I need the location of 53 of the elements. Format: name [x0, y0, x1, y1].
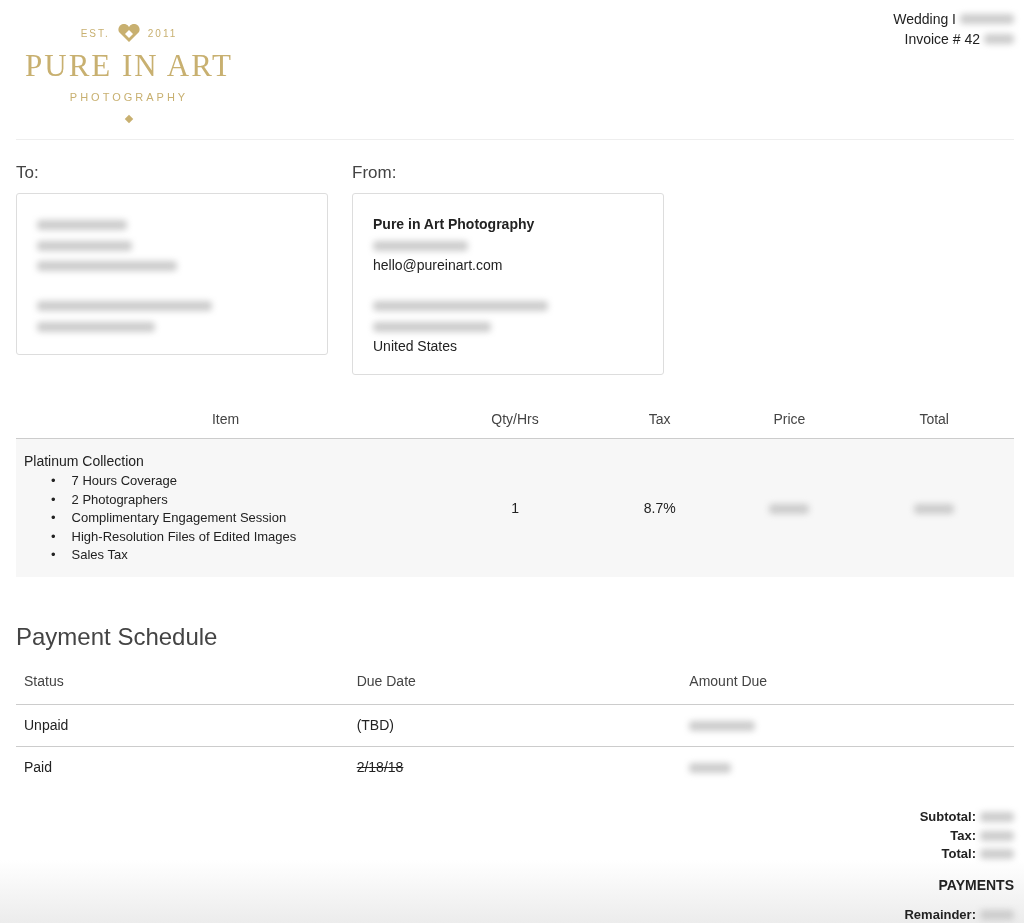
item-detail: 7 Hours Coverage: [71, 472, 178, 491]
redacted-text: [980, 812, 1014, 823]
item-detail: 2 Photographers: [71, 490, 168, 509]
item-name: Platinum Collection: [24, 452, 145, 472]
bullet: •: [51, 490, 56, 509]
table-cell: Paid: [16, 746, 349, 789]
total-label: Tax:: [950, 826, 976, 845]
business-name: Pure in Art Photography: [373, 215, 536, 234]
table-cell: (TBD): [356, 717, 394, 734]
column-header: Item: [16, 401, 436, 439]
address-line: United States: [373, 336, 459, 356]
heart-icon: [117, 24, 140, 42]
item-detail: Sales Tax: [71, 546, 128, 565]
bullet: •: [51, 527, 56, 546]
redacted-text: [984, 34, 1014, 44]
column-header: Qty/Hrs: [435, 401, 595, 439]
redacted-text: [689, 721, 756, 732]
event-label: Wedding I: [893, 10, 956, 29]
table-cell: 8.7%: [594, 438, 725, 578]
address-line: hello@pureinart.com: [373, 255, 504, 275]
logo-wordmark: PURE IN ART: [25, 50, 233, 81]
redacted-text: [980, 849, 1014, 860]
logo-year-text: 2011: [147, 26, 178, 41]
total-label: Subtotal:: [919, 808, 976, 827]
bullet: •: [51, 509, 56, 528]
column-header: Tax: [594, 401, 725, 439]
logo-est-text: EST.: [80, 26, 110, 41]
column-header: Status: [16, 659, 349, 705]
table-cell: 2/18/18: [356, 759, 404, 776]
redacted-text: [769, 503, 810, 514]
redacted-text: [914, 503, 955, 514]
column-header: Total: [854, 401, 1014, 439]
bullet: •: [51, 472, 56, 491]
item-detail: High-Resolution Files of Edited Images: [71, 527, 297, 546]
column-header: Price: [724, 401, 855, 439]
address-label: To:: [16, 161, 40, 184]
redacted-text: [960, 14, 1014, 24]
redacted-text: [980, 910, 1014, 921]
total-label: Total:: [941, 845, 976, 864]
column-header: Due Date: [348, 659, 682, 705]
item-detail: Complimentary Engagement Session: [71, 509, 287, 528]
table-cell: 1: [435, 438, 595, 578]
section-title: Payment Schedule: [16, 622, 219, 653]
table-cell: Unpaid: [16, 704, 349, 747]
total-label: Remainder:: [904, 906, 976, 923]
redacted-text: [689, 763, 732, 774]
payments-heading: PAYMENTS: [938, 875, 1014, 895]
address-label: From:: [352, 161, 398, 184]
invoice-number: Invoice # 42: [904, 30, 980, 49]
logo-tagline: PHOTOGRAPHY: [69, 90, 189, 105]
bullet: •: [51, 546, 56, 565]
redacted-text: [980, 830, 1014, 841]
column-header: Amount Due: [681, 659, 1014, 705]
